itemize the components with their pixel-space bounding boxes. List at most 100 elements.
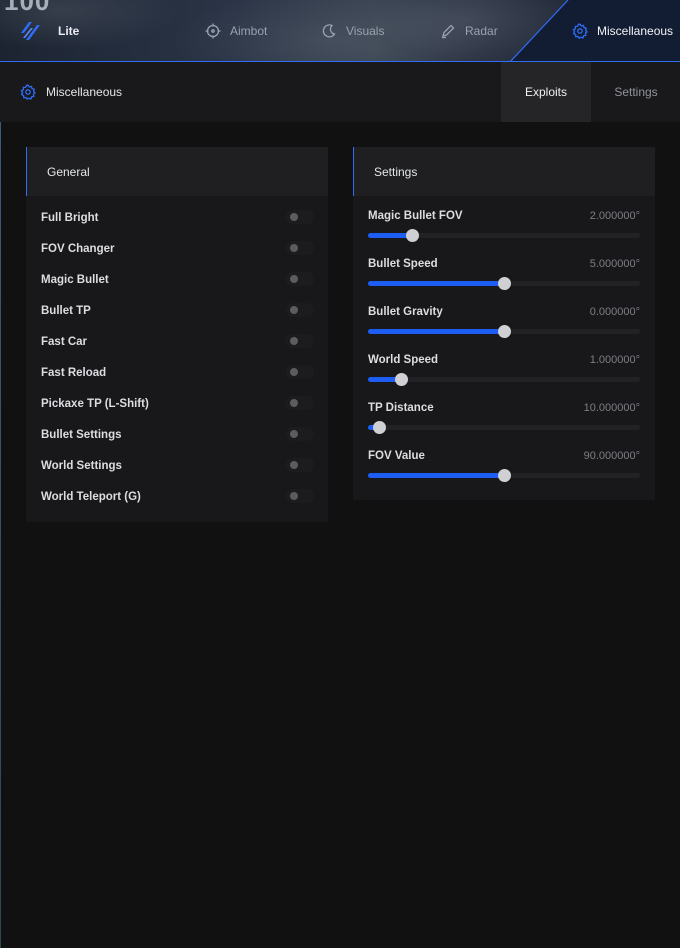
toggle-knob xyxy=(290,430,298,438)
general-panel: General Full Bright FOV Changer Magic Bull… xyxy=(26,147,328,522)
toggle-label: World Teleport (G) xyxy=(41,490,141,503)
top-nav-bar: 100 Lite Aimbot Visuals Radar Miscellane… xyxy=(0,0,680,62)
slider-thumb[interactable] xyxy=(498,469,511,482)
toggle-label: Bullet TP xyxy=(41,304,91,317)
tab-active-edge xyxy=(510,0,569,61)
toggle-label: Pickaxe TP (L-Shift) xyxy=(41,397,149,410)
slider-thumb[interactable] xyxy=(372,421,386,434)
tab-miscellaneous-label: Miscellaneous xyxy=(597,24,674,38)
section-title: Miscellaneous xyxy=(20,84,122,100)
slider-value: 2.000000° xyxy=(589,210,640,222)
header-background-text: 100 xyxy=(4,0,51,16)
tab-exploits[interactable]: Exploits xyxy=(501,62,591,122)
section-title-label: Miscellaneous xyxy=(46,85,123,99)
gear-icon xyxy=(20,84,36,100)
slider-track[interactable] xyxy=(368,229,640,242)
slider-row: Magic Bullet FOV 2.000000° xyxy=(353,196,655,244)
logo-icon xyxy=(21,22,40,40)
gear-icon xyxy=(572,23,588,39)
toggle-label: Fast Car xyxy=(41,335,88,348)
toggle-switch[interactable] xyxy=(286,272,314,286)
toggle-knob xyxy=(290,213,298,221)
toggle-switch[interactable] xyxy=(286,458,314,472)
toggle-switch[interactable] xyxy=(286,241,314,255)
slider-value: 1.000000° xyxy=(589,354,640,366)
toggle-switch[interactable] xyxy=(286,489,314,503)
pen-icon xyxy=(442,24,455,39)
slider-track[interactable] xyxy=(368,469,640,482)
toggle-knob xyxy=(290,492,298,500)
toggle-row: Bullet Settings xyxy=(26,419,328,450)
moon-icon xyxy=(322,24,336,38)
toggle-switch[interactable] xyxy=(286,427,314,441)
sub-header: Miscellaneous Exploits Settings xyxy=(0,62,680,122)
slider-fill xyxy=(368,233,412,238)
tab-radar[interactable]: Radar xyxy=(440,23,498,39)
toggle-row: Fast Car xyxy=(26,326,328,357)
slider-row: World Speed 1.000000° xyxy=(353,340,655,388)
brand-name: Lite xyxy=(58,24,80,38)
toggle-knob xyxy=(290,337,298,345)
toggle-knob xyxy=(290,368,298,376)
slider-track[interactable] xyxy=(368,277,640,290)
slider-value: 90.000000° xyxy=(583,450,640,462)
toggle-row: Pickaxe TP (L-Shift) xyxy=(26,388,328,419)
slider-row: Bullet Speed 5.000000° xyxy=(353,244,655,292)
slider-value: 10.000000° xyxy=(583,402,640,414)
toggle-list: Full Bright FOV Changer Magic Bullet Bullet… xyxy=(26,202,328,512)
tab-visuals-label: Visuals xyxy=(346,24,385,38)
toggle-switch[interactable] xyxy=(286,303,314,317)
slider-thumb[interactable] xyxy=(405,229,419,242)
slider-thumb[interactable] xyxy=(498,277,511,290)
settings-panel: Settings Magic Bullet FOV 2.000000° Bullet… xyxy=(353,147,655,500)
tab-radar-label: Radar xyxy=(465,24,498,38)
slider-row: FOV Value 90.000000° xyxy=(353,436,655,484)
slider-row: Bullet Gravity 0.000000° xyxy=(353,292,655,340)
toggle-row: World Teleport (G) xyxy=(26,481,328,512)
toggle-row: Magic Bullet xyxy=(26,264,328,295)
general-panel-title: General xyxy=(26,147,328,196)
slider-thumb[interactable] xyxy=(498,325,511,338)
toggle-row: FOV Changer xyxy=(26,233,328,264)
slider-value: 5.000000° xyxy=(589,258,640,270)
toggle-switch[interactable] xyxy=(286,365,314,379)
toggle-row: Fast Reload xyxy=(26,357,328,388)
toggle-knob xyxy=(290,461,298,469)
toggle-row: Full Bright xyxy=(26,202,328,233)
slider-track[interactable] xyxy=(368,421,640,434)
slider-fill xyxy=(368,473,504,478)
tab-settings[interactable]: Settings xyxy=(591,62,680,122)
tab-aimbot-label: Aimbot xyxy=(230,24,268,38)
slider-label: Bullet Speed xyxy=(368,258,438,270)
tab-aimbot[interactable]: Aimbot xyxy=(205,23,267,39)
slider-track[interactable] xyxy=(368,325,640,338)
tab-visuals[interactable]: Visuals xyxy=(321,23,384,39)
slider-label: FOV Value xyxy=(368,450,425,462)
toggle-label: Magic Bullet xyxy=(41,273,109,286)
toggle-label: World Settings xyxy=(41,459,122,472)
toggle-label: Full Bright xyxy=(41,211,99,224)
slider-thumb[interactable] xyxy=(394,373,408,386)
slider-label: Bullet Gravity xyxy=(368,306,443,318)
window-left-edge xyxy=(0,122,1,948)
slider-label: World Speed xyxy=(368,354,439,366)
slider-row: TP Distance 10.000000° xyxy=(353,388,655,436)
slider-list: Magic Bullet FOV 2.000000° Bullet Speed 5.0… xyxy=(353,196,655,484)
toggle-knob xyxy=(290,399,298,407)
toggle-switch[interactable] xyxy=(286,396,314,410)
toggle-knob xyxy=(290,306,298,314)
toggle-row: Bullet TP xyxy=(26,295,328,326)
settings-panel-title: Settings xyxy=(353,147,655,196)
toggle-switch[interactable] xyxy=(286,210,314,224)
slider-fill xyxy=(368,329,504,334)
toggle-knob xyxy=(290,244,298,252)
toggle-label: Bullet Settings xyxy=(41,428,122,441)
slider-label: TP Distance xyxy=(368,402,434,414)
slider-track[interactable] xyxy=(368,373,640,386)
slider-value: 0.000000° xyxy=(589,306,640,318)
tab-miscellaneous[interactable]: Miscellaneous xyxy=(572,23,673,39)
toggle-label: FOV Changer xyxy=(41,242,115,255)
toggle-label: Fast Reload xyxy=(41,366,107,379)
toggle-row: World Settings xyxy=(26,450,328,481)
toggle-switch[interactable] xyxy=(286,334,314,348)
